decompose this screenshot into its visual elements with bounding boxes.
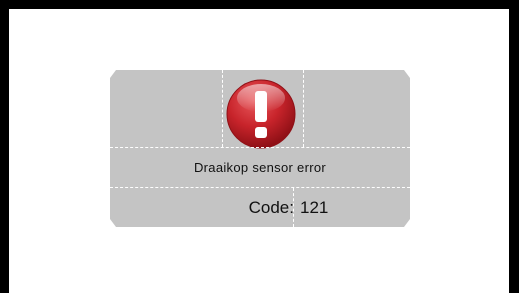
code-label: Code: [248,198,294,217]
code-divider [293,188,294,227]
error-code-value: 121 [300,198,329,217]
error-message: Draaikop sensor error [193,159,326,175]
error-dialog: Draaikop sensor error Code: 121 [110,70,410,227]
exclamation-error-icon [226,79,296,149]
code-row: Code: 121 [110,188,410,227]
message-row: Draaikop sensor error [110,148,410,186]
